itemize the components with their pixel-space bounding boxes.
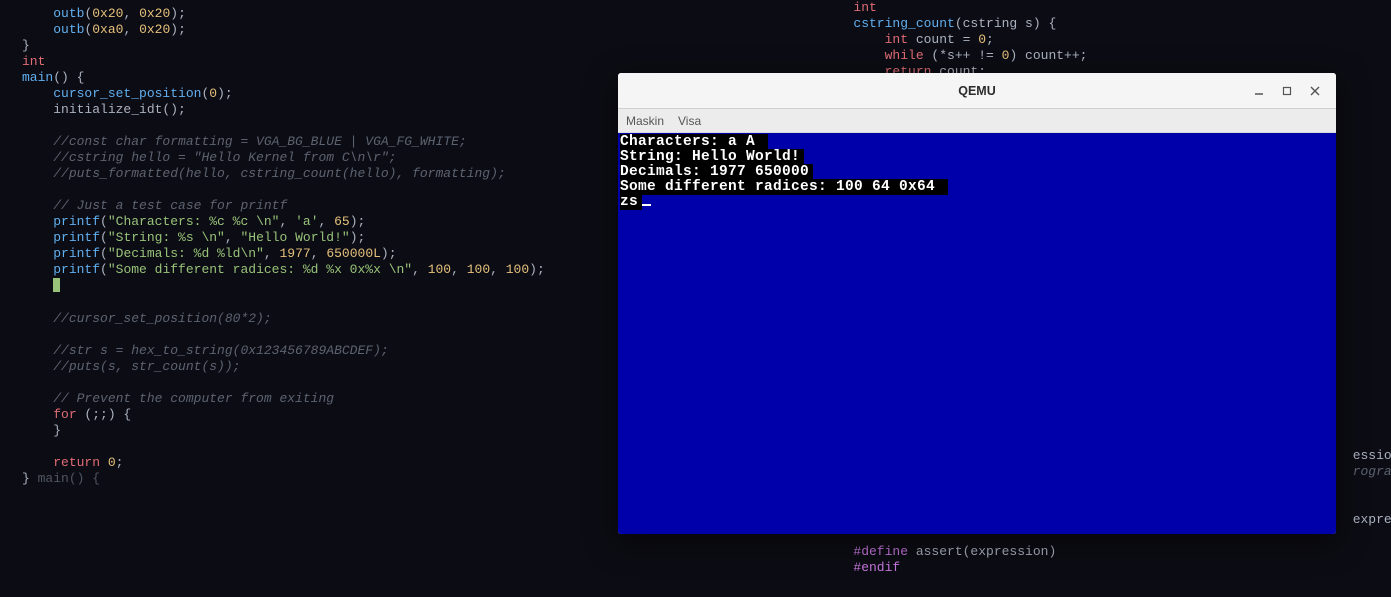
window-controls [1252,73,1332,109]
comment: //const char formatting = VGA_BG_BLUE | … [53,134,466,149]
keyword-int: int [22,54,45,69]
minimize-button[interactable] [1252,84,1266,98]
close-button[interactable] [1308,84,1322,98]
qemu-window[interactable]: QEMU Maskin Visa Characters: a A String:… [618,73,1336,534]
window-titlebar[interactable]: QEMU [618,73,1336,109]
editor-cursor [53,278,60,292]
menu-view[interactable]: Visa [678,114,701,128]
vga-output-line: Characters: a A [620,134,768,150]
qemu-menubar: Maskin Visa [618,109,1336,133]
vga-cursor [642,204,651,206]
menu-machine[interactable]: Maskin [626,114,664,128]
fn-call: outb [53,6,84,21]
fold-annotation: main() { [30,471,100,486]
fn-main: main [22,70,53,85]
window-title: QEMU [618,84,1336,98]
maximize-button[interactable] [1280,84,1294,98]
qemu-vga-screen[interactable]: Characters: a A String: Hello World!Deci… [618,133,1336,534]
